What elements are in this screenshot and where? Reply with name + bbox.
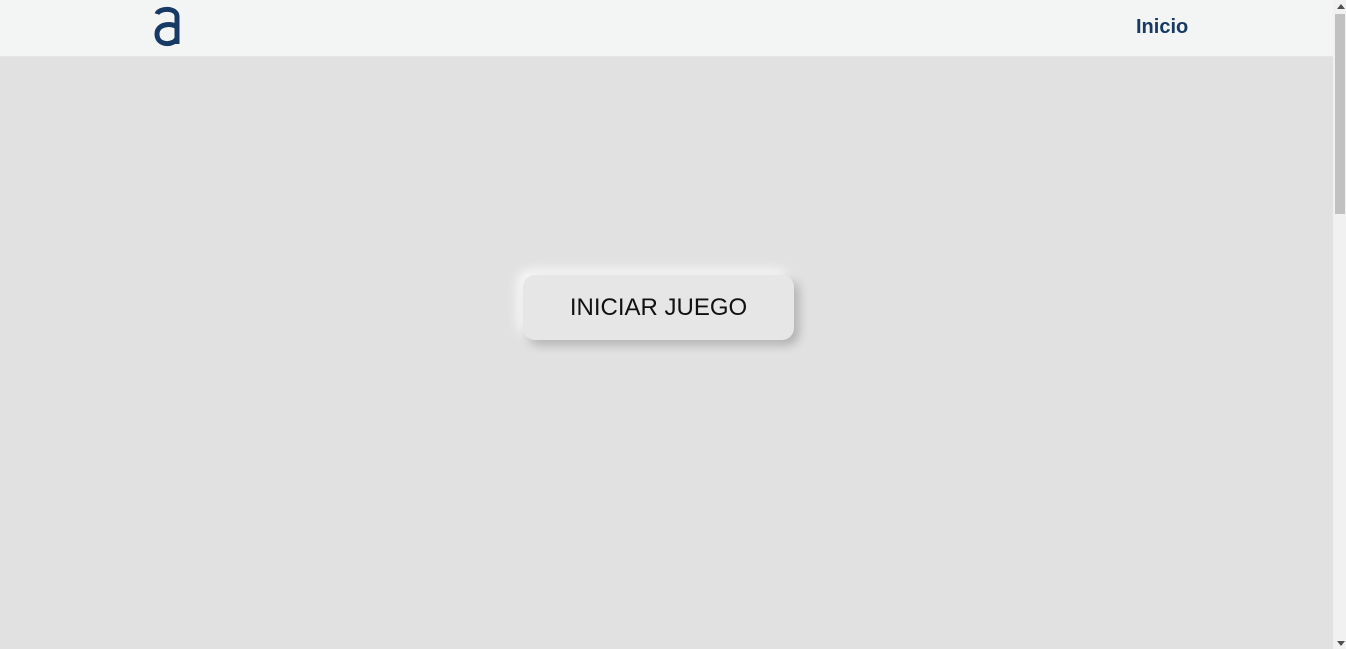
scrollbar-thumb[interactable] — [1335, 14, 1345, 214]
logo-icon[interactable] — [152, 5, 184, 47]
navbar: Inicio — [0, 0, 1333, 57]
scroll-down-arrow-icon[interactable] — [1337, 641, 1345, 646]
start-game-button[interactable]: INICIAR JUEGO — [523, 275, 794, 340]
scroll-up-arrow-icon[interactable] — [1337, 4, 1345, 9]
main-content — [0, 57, 1333, 649]
nav-link-inicio[interactable]: Inicio — [1136, 15, 1188, 39]
